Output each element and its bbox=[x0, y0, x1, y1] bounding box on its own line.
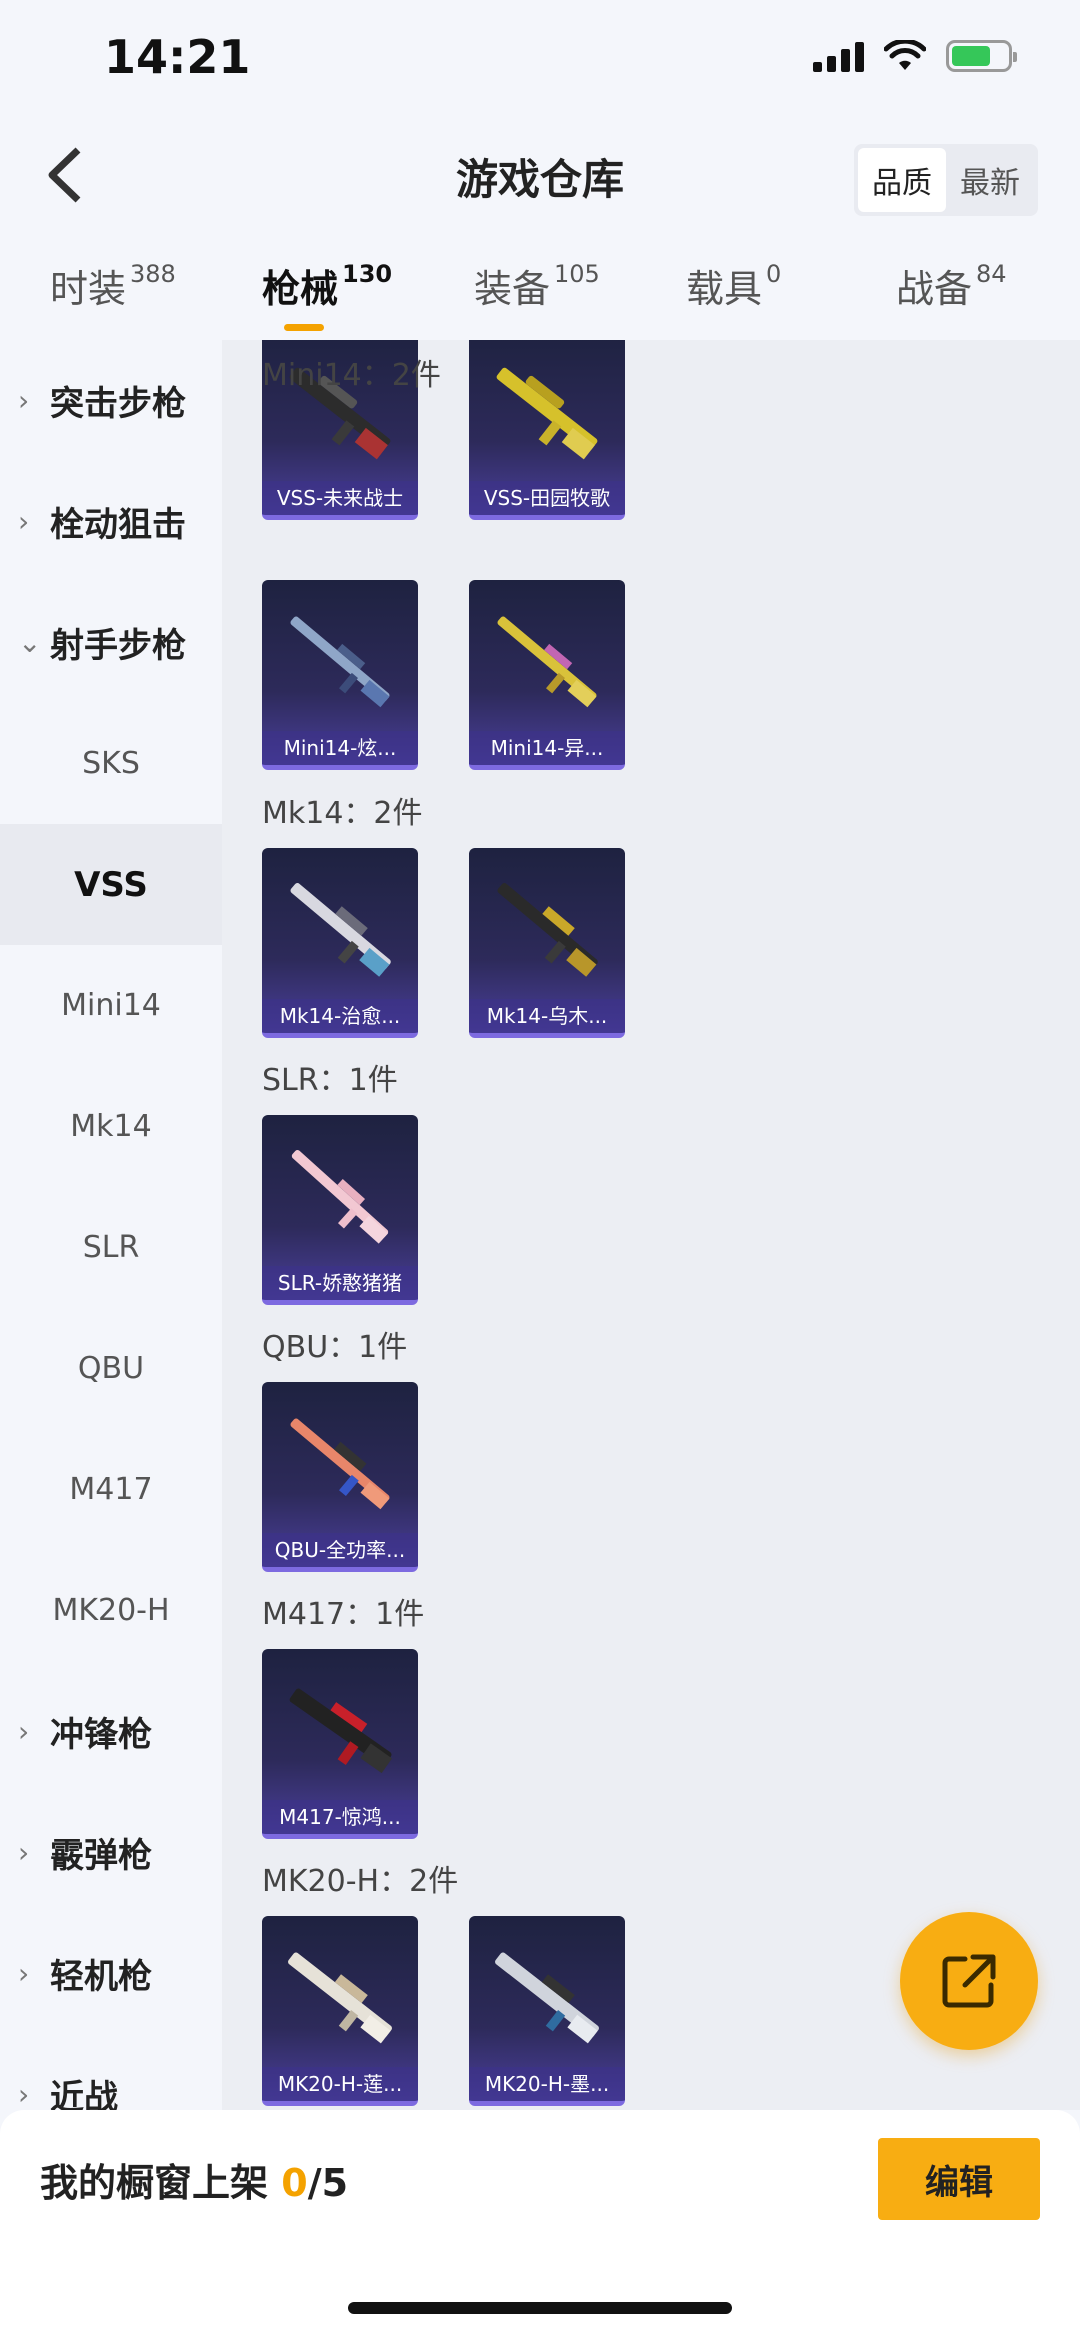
skin-card[interactable]: MK20-H-莲... bbox=[262, 1916, 418, 2106]
skin-name: MK20-H-墨... bbox=[469, 2067, 625, 2101]
sidebar-item-sks[interactable]: SKS bbox=[0, 703, 222, 824]
skin-name: MK20-H-莲... bbox=[262, 2067, 418, 2101]
rifle-icon bbox=[497, 616, 597, 708]
sort-quality-button[interactable]: 品质 bbox=[858, 148, 946, 212]
battery-icon bbox=[946, 40, 1017, 72]
active-tab-indicator bbox=[284, 324, 324, 331]
sidebar-item-lmg[interactable]: › 轻机枪 bbox=[0, 1913, 222, 2034]
tab-vehicles[interactable]: 载具 0 bbox=[686, 258, 781, 313]
sidebar-item-bolt-sniper[interactable]: › 栓动狙击 bbox=[0, 461, 222, 582]
home-indicator[interactable] bbox=[348, 2302, 732, 2314]
skin-card[interactable]: M417-惊鸿... bbox=[262, 1649, 418, 1839]
group-title-mk20h: MK20-H：2件 bbox=[262, 1864, 459, 1899]
clock: 14:21 bbox=[104, 30, 251, 84]
tab-fashion[interactable]: 时装 388 bbox=[50, 258, 176, 313]
sidebar-item-mk20h[interactable]: MK20-H bbox=[0, 1550, 222, 1671]
skin-card[interactable]: Mini14-炫... bbox=[262, 580, 418, 770]
showcase-status: 我的橱窗上架 0/5 bbox=[40, 2161, 349, 2205]
edit-button[interactable]: 编辑 bbox=[878, 2138, 1040, 2220]
skin-name: M417-惊鸿... bbox=[262, 1800, 418, 1834]
status-icons bbox=[813, 40, 1017, 72]
showcase-count: 0 bbox=[281, 2161, 308, 2205]
skin-card[interactable]: Mk14-乌木... bbox=[469, 848, 625, 1038]
skin-name: VSS-田园牧歌 bbox=[469, 481, 625, 515]
rifle-icon bbox=[289, 1688, 393, 1774]
category-tabs: 时装 388 枪械 130 装备 105 载具 0 战备 84 bbox=[0, 250, 1080, 340]
skin-card[interactable]: Mini14-异... bbox=[469, 580, 625, 770]
group-title-slr: SLR：1件 bbox=[262, 1063, 398, 1098]
sidebar-item-qbu[interactable]: QBU bbox=[0, 1308, 222, 1429]
rifle-icon bbox=[290, 616, 390, 708]
showcase-total: /5 bbox=[307, 2161, 349, 2205]
signal-icon bbox=[813, 40, 864, 72]
skin-name: Mini14-炫... bbox=[262, 731, 418, 765]
skin-card[interactable]: VSS-田园牧歌 bbox=[469, 340, 625, 520]
tab-equipment[interactable]: 装备 105 bbox=[474, 258, 600, 313]
chevron-right-icon: › bbox=[18, 1715, 30, 1748]
sidebar-item-mk14[interactable]: Mk14 bbox=[0, 1066, 222, 1187]
skin-card[interactable]: Mk14-治愈... bbox=[262, 848, 418, 1038]
group-title-qbu: QBU：1件 bbox=[262, 1330, 408, 1365]
skin-name: Mk14-治愈... bbox=[262, 999, 418, 1033]
rifle-icon bbox=[290, 883, 391, 977]
rifle-icon bbox=[290, 1418, 390, 1510]
sidebar-item-mini14[interactable]: Mini14 bbox=[0, 945, 222, 1066]
skin-name: QBU-全功率... bbox=[262, 1533, 418, 1567]
skin-name: Mk14-乌木... bbox=[469, 999, 625, 1033]
sidebar-item-assault-rifle[interactable]: › 突击步枪 bbox=[0, 340, 222, 461]
group-title-mini14: Mini14：2件 bbox=[262, 358, 441, 393]
rifle-icon bbox=[288, 1952, 392, 2044]
skin-list: VSS-未来战士 VSS-田园牧歌 Mini14：2件 Mini14-炫... … bbox=[222, 340, 1080, 2110]
weapon-type-sidebar: › 突击步枪 › 栓动狙击 ⌄ 射手步枪 SKS VSS Mini14 Mk14 SL… bbox=[0, 340, 222, 2118]
sidebar-item-vss[interactable]: VSS bbox=[0, 824, 222, 945]
group-title-m417: M417：1件 bbox=[262, 1597, 425, 1632]
skin-card[interactable]: QBU-全功率... bbox=[262, 1382, 418, 1572]
share-icon bbox=[942, 1954, 996, 2008]
sidebar-item-slr[interactable]: SLR bbox=[0, 1187, 222, 1308]
wifi-icon bbox=[884, 40, 926, 70]
header: 游戏仓库 品质 最新 bbox=[0, 130, 1080, 220]
chevron-right-icon: › bbox=[18, 2078, 30, 2111]
rifle-icon bbox=[496, 367, 598, 460]
skin-name: VSS-未来战士 bbox=[262, 481, 418, 515]
sidebar-item-marksman-rifle[interactable]: ⌄ 射手步枪 bbox=[0, 582, 222, 703]
chevron-down-icon: ⌄ bbox=[18, 626, 42, 659]
group-title-mk14: Mk14：2件 bbox=[262, 796, 423, 831]
sort-newest-button[interactable]: 最新 bbox=[946, 148, 1034, 212]
sidebar-item-shotgun[interactable]: › 霰弹枪 bbox=[0, 1792, 222, 1913]
tab-guns[interactable]: 枪械 130 bbox=[262, 258, 392, 331]
sidebar-item-m417[interactable]: M417 bbox=[0, 1429, 222, 1550]
chevron-right-icon: › bbox=[18, 384, 30, 417]
chevron-right-icon: › bbox=[18, 1957, 30, 1990]
rifle-icon bbox=[497, 883, 598, 977]
skin-card[interactable]: MK20-H-墨... bbox=[469, 1916, 625, 2106]
skin-name: SLR-娇憨猪猪 bbox=[262, 1266, 418, 1300]
sidebar-item-smg[interactable]: › 冲锋枪 bbox=[0, 1671, 222, 1792]
chevron-right-icon: › bbox=[18, 1836, 30, 1869]
status-bar: 14:21 bbox=[0, 0, 1080, 120]
sort-toggle: 品质 最新 bbox=[854, 144, 1038, 216]
skin-card[interactable]: SLR-娇憨猪猪 bbox=[262, 1115, 418, 1305]
chevron-right-icon: › bbox=[18, 505, 30, 538]
share-button[interactable] bbox=[900, 1912, 1038, 2050]
bottom-bar: 我的橱窗上架 0/5 编辑 bbox=[0, 2110, 1080, 2337]
rifle-icon bbox=[291, 1150, 389, 1244]
rifle-icon bbox=[495, 1952, 599, 2044]
skin-name: Mini14-异... bbox=[469, 731, 625, 765]
tab-supplies[interactable]: 战备 84 bbox=[896, 258, 1007, 313]
